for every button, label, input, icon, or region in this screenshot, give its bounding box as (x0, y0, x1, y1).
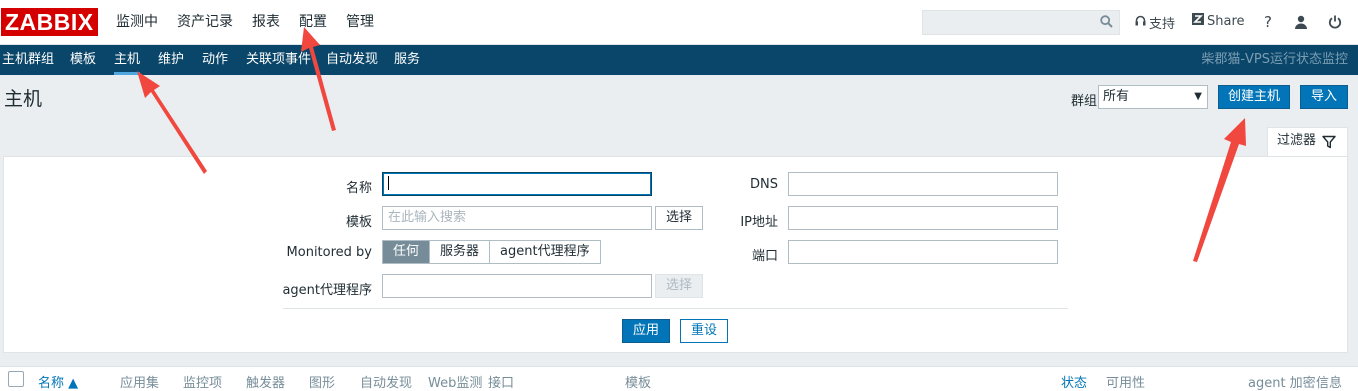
sub-menu-templates[interactable]: 模板 (70, 45, 96, 75)
create-host-button[interactable]: 创建主机 (1218, 85, 1290, 109)
main-menu-configuration[interactable]: 配置 (299, 0, 327, 45)
filter-panel (3, 156, 1348, 353)
monitored-by-proxy[interactable]: agent代理程序 (490, 241, 600, 263)
sub-menu: 主机群组 模板 主机 维护 动作 关联项事件 自动发现 服务 柴郡猫-VPS运行… (0, 45, 1358, 75)
select-all-checkbox[interactable] (8, 371, 24, 387)
dns-label: DNS (750, 177, 778, 192)
template-select-button[interactable]: 选择 (655, 206, 703, 230)
group-select-value: 所有 (1103, 89, 1130, 104)
sub-menu-maintenance[interactable]: 维护 (158, 45, 184, 75)
group-select[interactable]: 所有 ▼ (1098, 85, 1208, 109)
server-name: 柴郡猫-VPS运行状态监控 (1201, 52, 1348, 67)
sub-menu-host-groups[interactable]: 主机群组 (2, 45, 54, 75)
column-web: Web监测 (428, 376, 483, 391)
column-triggers: 触发器 (246, 376, 286, 391)
name-label: 名称 (345, 181, 372, 196)
port-label: 端口 (751, 249, 778, 264)
proxy-select-button: 选择 (655, 274, 703, 298)
proxy-label: agent代理程序 (282, 283, 372, 298)
import-button[interactable]: 导入 (1300, 85, 1348, 109)
filter-tab[interactable]: 过滤器 (1267, 127, 1348, 157)
ip-input[interactable] (788, 206, 1058, 230)
hosts-table-header: 名称 ▲ 应用集 监控项 触发器 图形 自动发现 Web监测 接口 模板 状态 … (0, 366, 1358, 391)
power-icon[interactable] (1326, 12, 1344, 32)
share-link[interactable]: Share (1192, 13, 1245, 29)
zabbix-logo[interactable]: ZABBIX (1, 8, 98, 36)
monitored-by-server[interactable]: 服务器 (430, 241, 491, 263)
search-icon[interactable] (1100, 15, 1113, 32)
column-discovery: 自动发现 (360, 376, 413, 391)
main-menu-monitoring[interactable]: 监测中 (116, 0, 158, 45)
column-agent-encryption: agent 加密 (1248, 376, 1316, 391)
main-menu-inventory[interactable]: 资产记录 (177, 0, 233, 45)
dropdown-arrow-icon: ▼ (1194, 91, 1202, 102)
sub-menu-hosts[interactable]: 主机 (114, 45, 141, 75)
ip-label: IP地址 (740, 215, 778, 230)
port-input[interactable] (788, 240, 1058, 264)
main-menu: 监测中 资产记录 报表 配置 管理 (116, 0, 393, 45)
sub-menu-actions[interactable]: 动作 (202, 45, 228, 75)
column-interface: 接口 (488, 376, 515, 391)
text-cursor (388, 175, 389, 190)
monitored-by-any[interactable]: 任何 (383, 241, 431, 263)
proxy-input[interactable] (382, 274, 652, 298)
template-input[interactable]: 在此输入搜索 (382, 206, 652, 230)
support-link[interactable]: 支持 (1135, 13, 1175, 32)
column-availability: 可用性 (1106, 376, 1146, 391)
column-items: 监控项 (183, 376, 223, 391)
support-label: 支持 (1149, 17, 1176, 32)
main-menu-reports[interactable]: 报表 (252, 0, 280, 45)
dns-input[interactable] (788, 172, 1058, 196)
user-icon[interactable] (1292, 12, 1310, 32)
filter-tab-label: 过滤器 (1277, 133, 1317, 148)
sub-menu-discovery[interactable]: 自动发现 (326, 45, 378, 75)
search-input[interactable] (922, 10, 1120, 35)
headset-icon (1135, 15, 1146, 31)
column-applications: 应用集 (120, 376, 160, 391)
top-header: ZABBIX 监测中 资产记录 报表 配置 管理 支持 Share ? (0, 0, 1358, 45)
column-status[interactable]: 状态 (1061, 372, 1087, 391)
help-icon[interactable]: ? (1259, 12, 1277, 32)
page-title: 主机 (4, 88, 43, 110)
column-templates: 模板 (625, 376, 652, 391)
template-label: 模板 (345, 215, 372, 230)
share-icon (1192, 13, 1204, 29)
column-info: 信息 (1316, 376, 1343, 391)
reset-button[interactable]: 重设 (680, 319, 728, 343)
main-menu-administration[interactable]: 管理 (346, 0, 374, 45)
filter-divider (283, 308, 1068, 309)
monitored-by-group: 任何 服务器 agent代理程序 (382, 240, 601, 264)
group-label: 群组 (1071, 94, 1098, 109)
share-label: Share (1207, 13, 1245, 29)
apply-button[interactable]: 应用 (622, 319, 670, 343)
monitored-by-label: Monitored by (286, 245, 372, 260)
column-name[interactable]: 名称 ▲ (38, 372, 78, 391)
column-graphs: 图形 (309, 376, 336, 391)
name-input[interactable] (382, 172, 652, 196)
sub-menu-event-correlation[interactable]: 关联项事件 (246, 45, 311, 75)
sub-menu-services[interactable]: 服务 (394, 45, 420, 75)
